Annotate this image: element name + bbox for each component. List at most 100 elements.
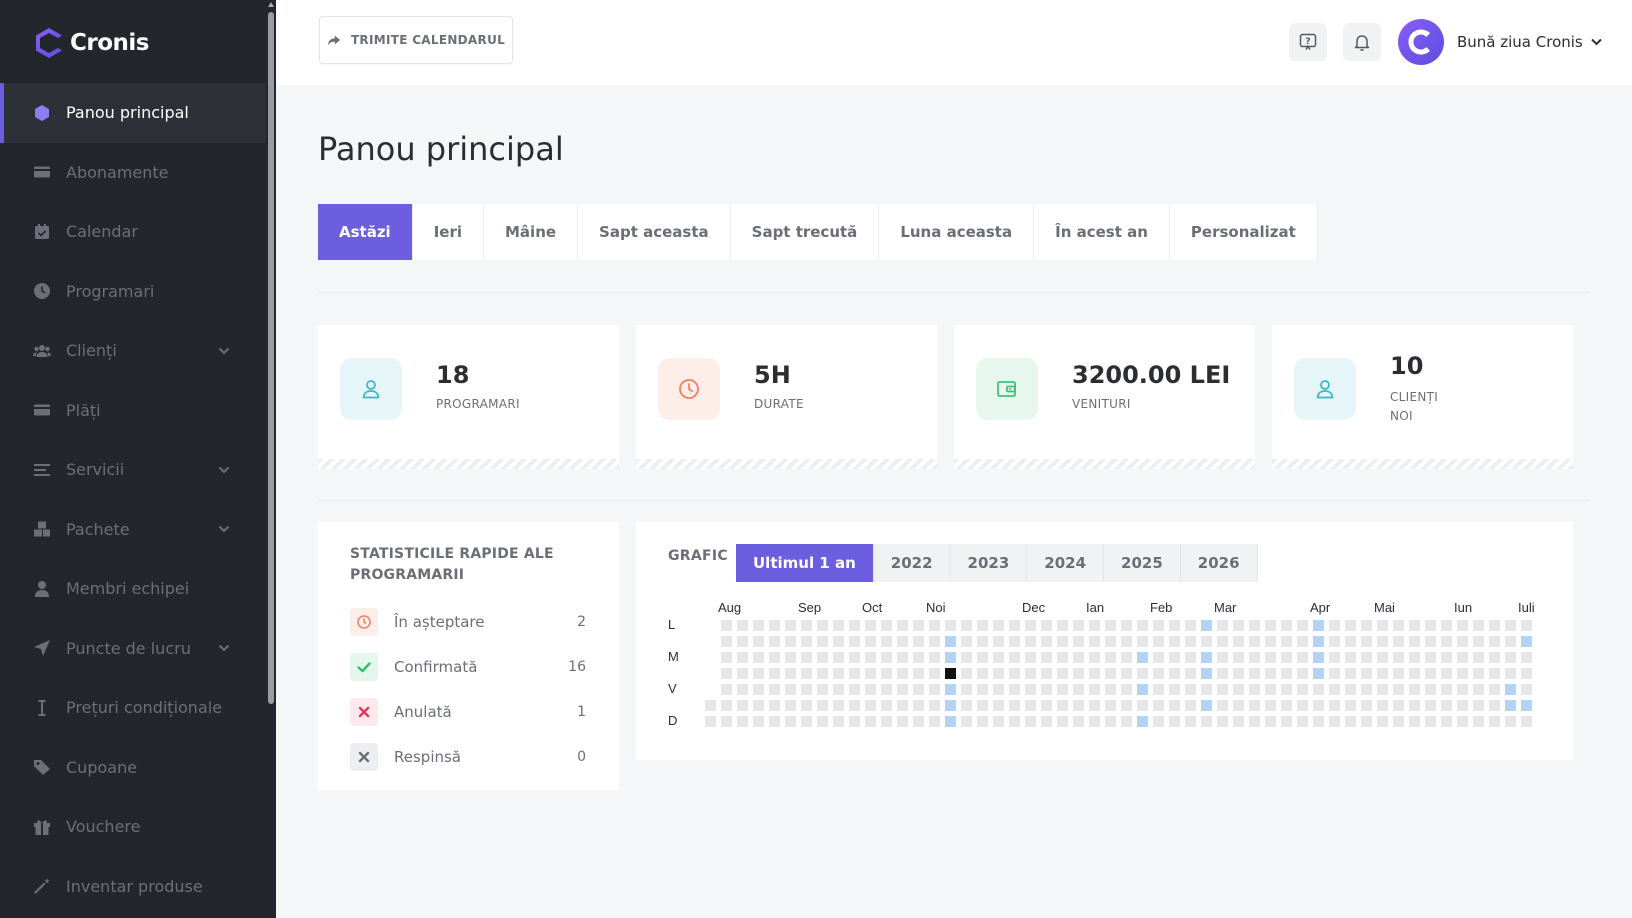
tab-period[interactable]: Astăzi xyxy=(318,204,413,260)
heatmap-cell[interactable] xyxy=(945,636,956,647)
heatmap-cell[interactable] xyxy=(1505,716,1516,727)
heatmap-cell[interactable] xyxy=(961,652,972,663)
sidebar-item-servicii[interactable]: Servicii xyxy=(0,440,266,500)
heatmap-cell[interactable] xyxy=(1073,716,1084,727)
heatmap-cell[interactable] xyxy=(1025,716,1036,727)
heatmap-cell[interactable] xyxy=(1505,700,1516,711)
heatmap-cell[interactable] xyxy=(1249,700,1260,711)
heatmap-cell[interactable] xyxy=(1441,684,1452,695)
heatmap-cell[interactable] xyxy=(1281,684,1292,695)
heatmap-cell[interactable] xyxy=(721,636,732,647)
heatmap-cell[interactable] xyxy=(1169,700,1180,711)
heatmap-cell[interactable] xyxy=(753,620,764,631)
heatmap-cell[interactable] xyxy=(1297,668,1308,679)
heatmap-cell[interactable] xyxy=(1105,684,1116,695)
heatmap-cell[interactable] xyxy=(993,684,1004,695)
heatmap-cell[interactable] xyxy=(1441,716,1452,727)
heatmap-cell[interactable] xyxy=(977,636,988,647)
heatmap-cell[interactable] xyxy=(849,684,860,695)
heatmap-cell[interactable] xyxy=(929,620,940,631)
heatmap-cell[interactable] xyxy=(1265,620,1276,631)
tab-year[interactable]: 2026 xyxy=(1181,544,1258,582)
heatmap-cell[interactable] xyxy=(1457,684,1468,695)
heatmap-cell[interactable] xyxy=(1345,716,1356,727)
heatmap-cell[interactable] xyxy=(1297,636,1308,647)
heatmap-cell[interactable] xyxy=(1201,716,1212,727)
heatmap-cell[interactable] xyxy=(1361,700,1372,711)
heatmap-cell[interactable] xyxy=(1041,668,1052,679)
heatmap-cell[interactable] xyxy=(913,620,924,631)
heatmap-cell[interactable] xyxy=(993,716,1004,727)
heatmap-cell[interactable] xyxy=(881,684,892,695)
tab-period[interactable]: În acest an xyxy=(1034,204,1170,260)
heatmap-cell[interactable] xyxy=(1521,620,1532,631)
tab-year[interactable]: 2024 xyxy=(1027,544,1105,582)
sidebar-item-calendar[interactable]: Calendar xyxy=(0,202,266,262)
heatmap-cell[interactable] xyxy=(801,668,812,679)
heatmap-cell[interactable] xyxy=(1457,668,1468,679)
heatmap-cell[interactable] xyxy=(1025,652,1036,663)
heatmap-cell[interactable] xyxy=(1057,652,1068,663)
scrollbar-thumb[interactable] xyxy=(268,12,274,704)
heatmap-cell[interactable] xyxy=(977,620,988,631)
heatmap-cell[interactable] xyxy=(1265,668,1276,679)
heatmap-cell[interactable] xyxy=(929,636,940,647)
heatmap-cell[interactable] xyxy=(1409,700,1420,711)
heatmap-cell[interactable] xyxy=(785,636,796,647)
heatmap-cell[interactable] xyxy=(1137,652,1148,663)
heatmap-cell[interactable] xyxy=(913,700,924,711)
heatmap-cell[interactable] xyxy=(769,652,780,663)
heatmap-cell[interactable] xyxy=(897,684,908,695)
tab-year[interactable]: 2025 xyxy=(1104,544,1181,582)
heatmap-cell[interactable] xyxy=(1425,716,1436,727)
heatmap-cell[interactable] xyxy=(1297,620,1308,631)
heatmap-cell[interactable] xyxy=(1313,636,1324,647)
heatmap-cell[interactable] xyxy=(721,620,732,631)
heatmap-cell[interactable] xyxy=(961,700,972,711)
heatmap-cell[interactable] xyxy=(1393,700,1404,711)
heatmap-cell[interactable] xyxy=(817,700,828,711)
heatmap-cell[interactable] xyxy=(833,684,844,695)
heatmap-cell[interactable] xyxy=(817,668,828,679)
heatmap-cell[interactable] xyxy=(897,652,908,663)
heatmap-cell[interactable] xyxy=(1377,652,1388,663)
sidebar-item-panou-principal[interactable]: Panou principal xyxy=(0,83,266,143)
heatmap-cell[interactable] xyxy=(737,684,748,695)
heatmap-cell[interactable] xyxy=(1185,716,1196,727)
heatmap-cell[interactable] xyxy=(1233,684,1244,695)
heatmap-cell[interactable] xyxy=(993,700,1004,711)
heatmap-cell[interactable] xyxy=(1153,652,1164,663)
heatmap-cell[interactable] xyxy=(929,684,940,695)
heatmap-cell[interactable] xyxy=(1249,668,1260,679)
heatmap-cell[interactable] xyxy=(1121,652,1132,663)
heatmap-cell[interactable] xyxy=(1217,636,1228,647)
heatmap-cell[interactable] xyxy=(1185,652,1196,663)
heatmap-cell[interactable] xyxy=(945,620,956,631)
heatmap-cell[interactable] xyxy=(1073,684,1084,695)
heatmap-cell[interactable] xyxy=(1105,636,1116,647)
heatmap-cell[interactable] xyxy=(1041,716,1052,727)
heatmap-cell[interactable] xyxy=(977,684,988,695)
heatmap-cell[interactable] xyxy=(1169,716,1180,727)
heatmap-cell[interactable] xyxy=(1361,652,1372,663)
heatmap-cell[interactable] xyxy=(897,636,908,647)
heatmap-cell[interactable] xyxy=(785,700,796,711)
heatmap-cell[interactable] xyxy=(1281,620,1292,631)
heatmap-cell[interactable] xyxy=(993,668,1004,679)
share-calendar-button[interactable]: TRIMITE CALENDARUL xyxy=(319,16,513,64)
heatmap-cell[interactable] xyxy=(705,716,716,727)
heatmap-cell[interactable] xyxy=(1345,620,1356,631)
heatmap-cell[interactable] xyxy=(1473,700,1484,711)
heatmap-cell[interactable] xyxy=(753,652,764,663)
heatmap-cell[interactable] xyxy=(1201,620,1212,631)
heatmap-cell[interactable] xyxy=(1297,652,1308,663)
tab-year[interactable]: 2022 xyxy=(874,544,951,582)
heatmap-cell[interactable] xyxy=(1041,684,1052,695)
heatmap-cell[interactable] xyxy=(1377,684,1388,695)
heatmap-cell[interactable] xyxy=(897,716,908,727)
tab-year[interactable]: 2023 xyxy=(951,544,1028,582)
heatmap-cell[interactable] xyxy=(849,668,860,679)
heatmap-cell[interactable] xyxy=(785,716,796,727)
heatmap-cell[interactable] xyxy=(1009,716,1020,727)
heatmap-cell[interactable] xyxy=(865,636,876,647)
